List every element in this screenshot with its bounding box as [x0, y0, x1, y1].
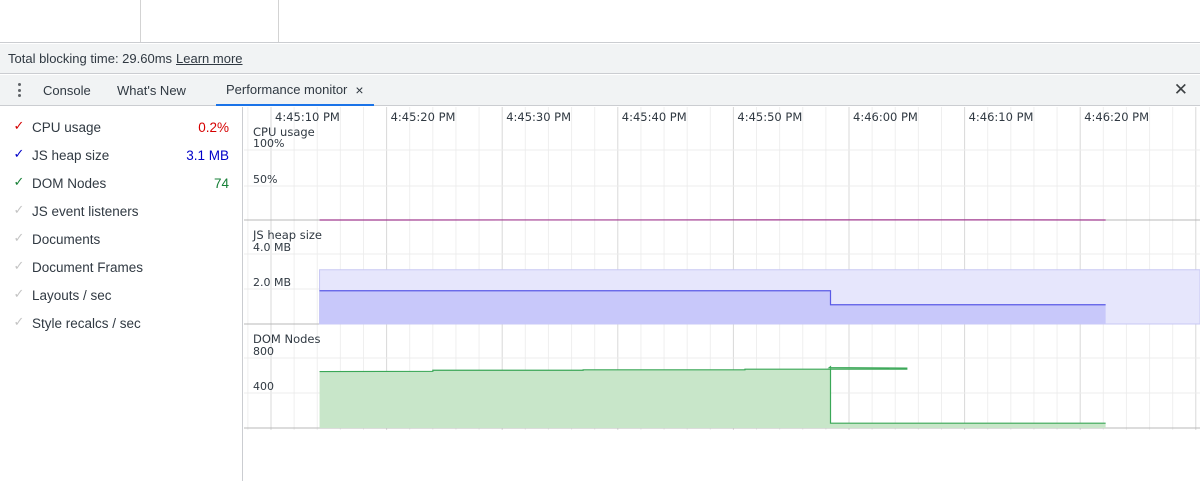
- checkmark-icon: ✓: [13, 314, 25, 329]
- metric-label: JS heap size: [32, 147, 110, 163]
- total-blocking-time-text: Total blocking time: 29.60ms: [8, 51, 173, 66]
- tick-label: 50%: [253, 173, 277, 186]
- total-blocking-time-bar: Total blocking time: 29.60ms Learn more: [0, 44, 1200, 74]
- metric-label: DOM Nodes: [32, 175, 107, 191]
- metric-dom-nodes[interactable]: ✓ DOM Nodes 74: [0, 169, 243, 197]
- metric-label: JS event listeners: [32, 203, 139, 219]
- upper-panel-cell: [141, 0, 279, 42]
- metric-label: Style recalcs / sec: [32, 315, 141, 331]
- tick-label: 800: [253, 345, 274, 358]
- metrics-sidebar: ✓ CPU usage 0.2% ✓ JS heap size 3.1 MB ✓…: [0, 107, 243, 481]
- metric-cpu-usage[interactable]: ✓ CPU usage 0.2%: [0, 113, 243, 141]
- time-axis-label: 4:46:00 PM: [853, 110, 918, 124]
- time-axis-label: 4:45:40 PM: [622, 110, 687, 124]
- checkmark-icon: ✓: [13, 286, 25, 301]
- metric-label: Documents: [32, 231, 101, 247]
- tick-label: 100%: [253, 137, 284, 150]
- checkmark-icon: ✓: [13, 174, 25, 189]
- time-axis-label: 4:45:10 PM: [275, 110, 340, 124]
- close-tab-icon[interactable]: ×: [355, 82, 363, 98]
- time-axis-label: 4:45:20 PM: [391, 110, 456, 124]
- time-axis-label: 4:45:50 PM: [737, 110, 802, 124]
- close-drawer-icon[interactable]: ✕: [1174, 81, 1188, 99]
- metric-js-event-listeners[interactable]: ✓ JS event listeners: [0, 197, 243, 225]
- tab-whats-new-label: What's New: [117, 82, 186, 98]
- metric-label: Layouts / sec: [32, 287, 112, 303]
- metric-value: 0.2%: [198, 119, 229, 135]
- time-axis-label: 4:46:20 PM: [1084, 110, 1149, 124]
- upper-panel-cell: [0, 0, 141, 42]
- checkmark-icon: ✓: [13, 230, 25, 245]
- tab-performance-monitor-label: Performance monitor: [226, 82, 348, 97]
- tab-performance-monitor[interactable]: Performance monitor ×: [216, 75, 374, 106]
- tick-label: 2.0 MB: [253, 276, 291, 289]
- checkmark-icon: ✓: [13, 118, 25, 133]
- checkmark-icon: ✓: [13, 146, 25, 161]
- upper-panel-area: [0, 0, 1200, 43]
- metric-document-frames[interactable]: ✓ Document Frames: [0, 253, 243, 281]
- metric-label: Document Frames: [32, 259, 144, 275]
- checkmark-icon: ✓: [13, 258, 25, 273]
- performance-chart: 4:45:10 PM 4:45:20 PM 4:45:30 PM 4:45:40 PM…: [244, 107, 1200, 430]
- panel-title: DOM Nodes: [253, 332, 321, 346]
- metric-label: CPU usage: [32, 119, 102, 135]
- tab-console[interactable]: Console: [43, 75, 91, 105]
- performance-chart-area: 4:45:10 PM 4:45:20 PM 4:45:30 PM 4:45:40 PM…: [244, 107, 1200, 481]
- time-axis-label: 4:46:10 PM: [969, 110, 1034, 124]
- drawer-tab-bar: Console What's New Performance monitor ×…: [0, 75, 1200, 106]
- tab-whats-new[interactable]: What's New: [117, 75, 186, 105]
- metric-value: 74: [213, 175, 229, 191]
- metric-style-recalcs-per-sec[interactable]: ✓ Style recalcs / sec: [0, 309, 243, 337]
- more-tools-menu-icon[interactable]: [11, 81, 27, 99]
- time-axis-label: 4:45:30 PM: [506, 110, 571, 124]
- checkmark-icon: ✓: [13, 202, 25, 217]
- metric-layouts-per-sec[interactable]: ✓ Layouts / sec: [0, 281, 243, 309]
- tick-label: 400: [253, 380, 274, 393]
- tick-label: 4.0 MB: [253, 241, 291, 254]
- metric-documents[interactable]: ✓ Documents: [0, 225, 243, 253]
- metric-js-heap-size[interactable]: ✓ JS heap size 3.1 MB: [0, 141, 243, 169]
- tab-console-label: Console: [43, 82, 91, 98]
- metric-value: 3.1 MB: [186, 147, 229, 163]
- learn-more-link[interactable]: Learn more: [176, 51, 242, 66]
- panel-title: JS heap size: [252, 228, 322, 242]
